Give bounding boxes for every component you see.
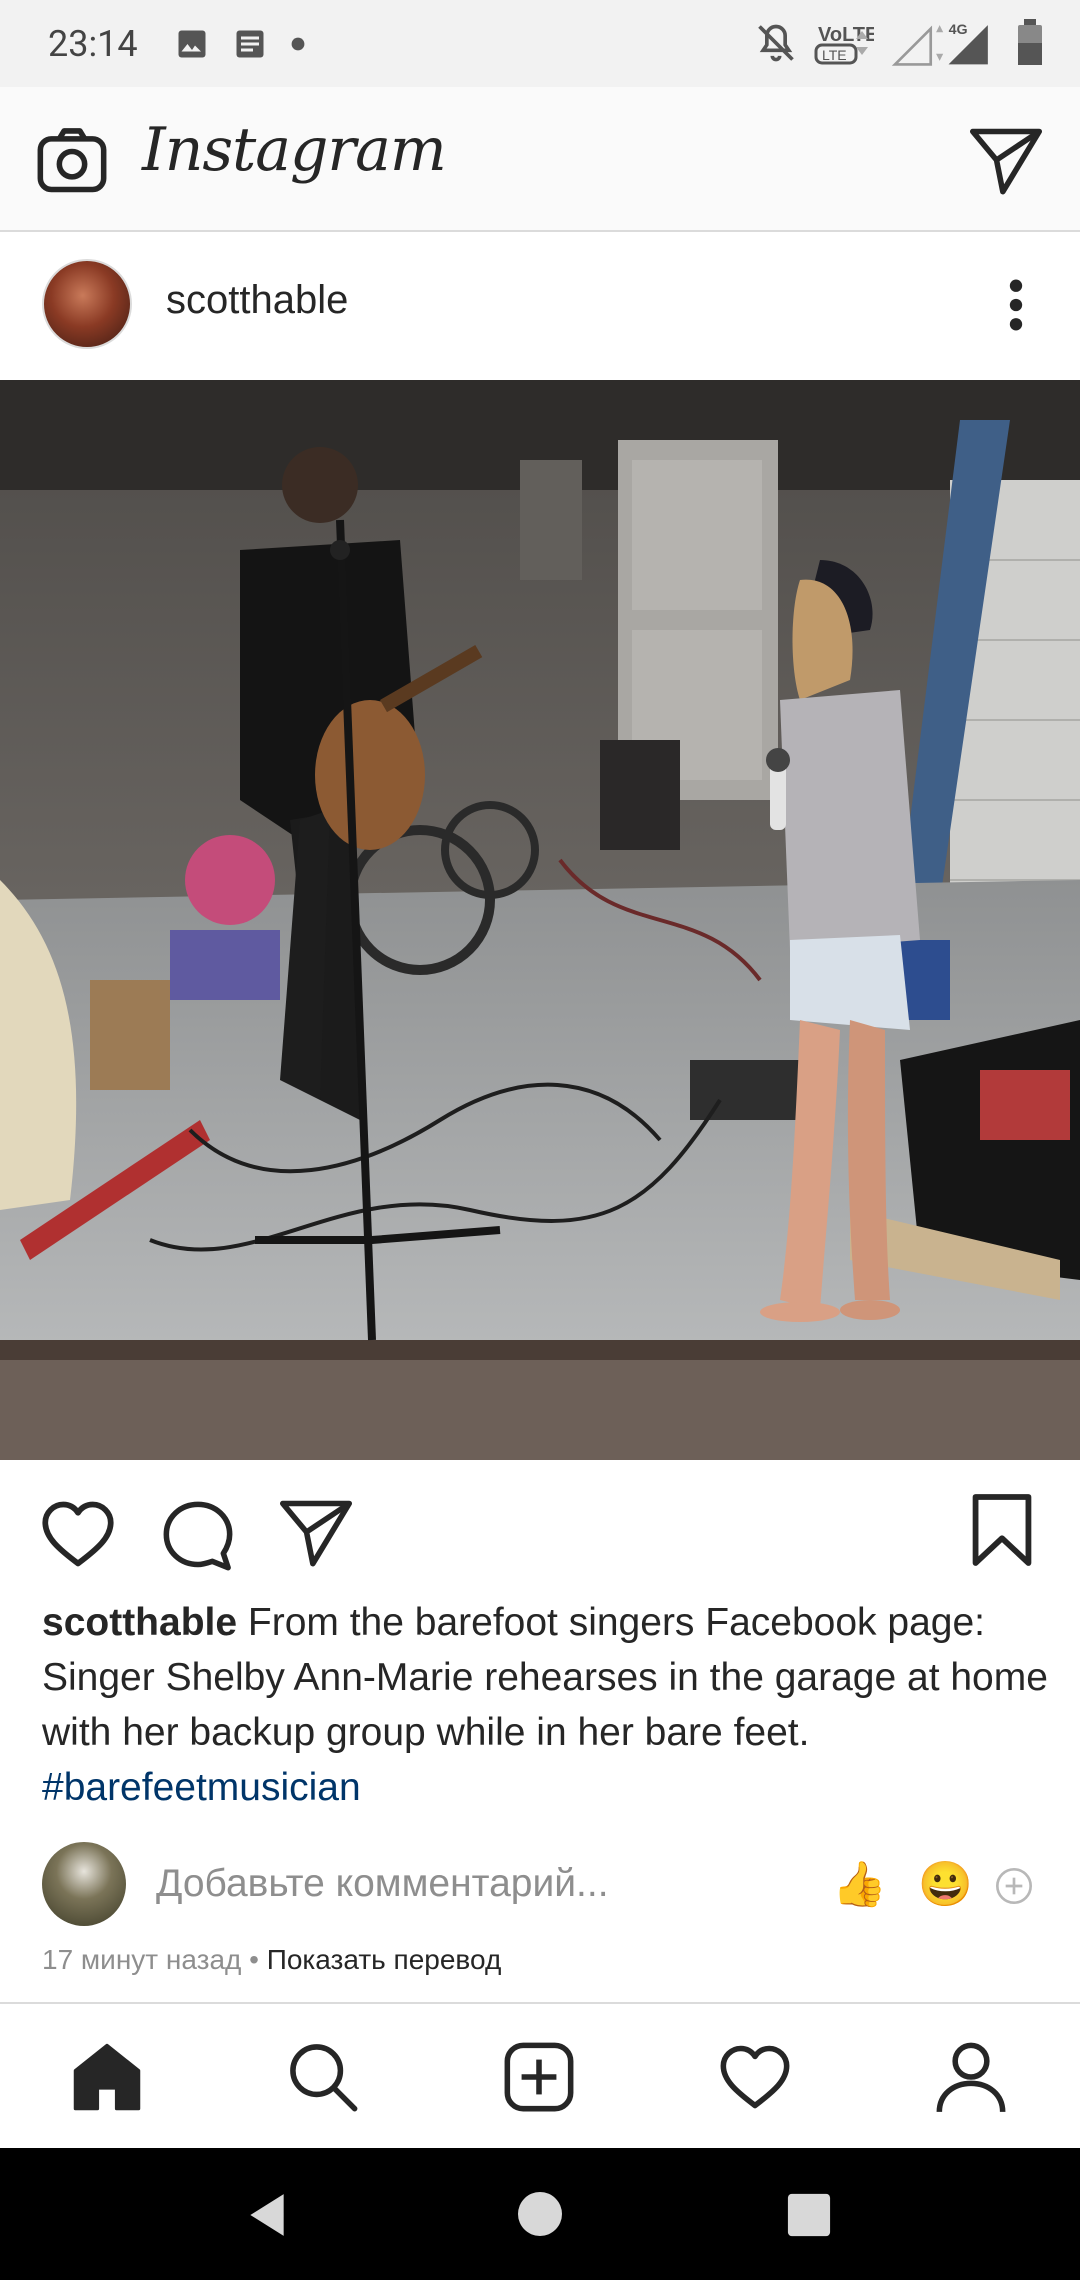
more-options-icon[interactable] bbox=[1008, 278, 1024, 332]
search-icon bbox=[290, 2044, 358, 2112]
status-bar: 23:14 VoLTE LTE 4G bbox=[0, 0, 1080, 87]
battery-icon bbox=[1018, 19, 1042, 65]
back-icon[interactable] bbox=[242, 2190, 292, 2240]
home-button-icon[interactable] bbox=[516, 2190, 564, 2238]
meta-separator: • bbox=[249, 1944, 259, 1975]
image-icon bbox=[178, 30, 206, 57]
post-photo[interactable] bbox=[0, 380, 1080, 1460]
nav-home[interactable] bbox=[64, 2034, 150, 2120]
nav-new-post[interactable] bbox=[496, 2034, 582, 2120]
camera-icon[interactable] bbox=[34, 123, 110, 199]
share-icon[interactable] bbox=[278, 1496, 354, 1568]
bookmark-icon[interactable] bbox=[968, 1492, 1036, 1568]
svg-text:LTE: LTE bbox=[822, 47, 847, 63]
avatar[interactable] bbox=[42, 259, 132, 349]
home-icon bbox=[73, 2043, 141, 2111]
svg-text:4G: 4G bbox=[949, 22, 968, 38]
heart-icon[interactable] bbox=[38, 1498, 118, 1570]
add-comment-row: Добавьте комментарий... 👍 😀 bbox=[0, 1838, 1080, 1938]
current-user-avatar bbox=[42, 1842, 126, 1926]
system-navigation-bar bbox=[0, 2148, 1080, 2280]
post-meta: 17 минут назад • Показать перевод bbox=[42, 1944, 501, 1976]
signal-icon: 4G bbox=[891, 22, 988, 66]
recents-icon[interactable] bbox=[786, 2192, 832, 2238]
grinning-emoji-button[interactable]: 😀 bbox=[918, 1858, 973, 1910]
svg-text:VoLTE: VoLTE bbox=[818, 24, 874, 46]
status-system-icons: VoLTE LTE 4G bbox=[754, 18, 1044, 68]
dot-icon bbox=[291, 37, 305, 50]
caption-hashtag[interactable]: #barefeetmusician bbox=[42, 1766, 361, 1809]
bottom-navigation bbox=[0, 2002, 1080, 2148]
message-icon bbox=[236, 30, 264, 57]
comment-input[interactable]: Добавьте комментарий... bbox=[156, 1862, 609, 1906]
post-username[interactable]: scotthable bbox=[166, 278, 348, 323]
mute-icon bbox=[758, 24, 794, 62]
add-icon bbox=[504, 2042, 574, 2112]
add-emoji-icon[interactable] bbox=[994, 1866, 1034, 1906]
comment-icon[interactable] bbox=[160, 1498, 236, 1574]
nav-activity[interactable] bbox=[712, 2034, 798, 2120]
nav-search[interactable] bbox=[280, 2034, 366, 2120]
thumbs-up-emoji-button[interactable]: 👍 bbox=[832, 1858, 887, 1910]
post-timestamp: 17 минут назад bbox=[42, 1944, 242, 1975]
nav-profile[interactable] bbox=[928, 2034, 1014, 2120]
post-photo-illustration bbox=[0, 380, 1080, 1460]
caption-username[interactable]: scotthable bbox=[42, 1601, 237, 1644]
status-notification-icons bbox=[174, 26, 306, 62]
post-header: scotthable bbox=[0, 232, 1080, 380]
activity-icon bbox=[720, 2045, 790, 2109]
instagram-logo: Instagram bbox=[142, 115, 447, 185]
profile-icon bbox=[936, 2042, 1006, 2113]
status-time: 23:14 bbox=[48, 22, 138, 65]
post-actions bbox=[0, 1460, 1080, 1600]
post-caption: scotthable From the barefoot singers Fac… bbox=[42, 1595, 1052, 1815]
volte-icon: VoLTELTE bbox=[814, 24, 874, 65]
show-translation-link[interactable]: Показать перевод bbox=[267, 1944, 502, 1975]
direct-icon[interactable] bbox=[968, 125, 1044, 195]
app-header: Instagram bbox=[0, 87, 1080, 232]
